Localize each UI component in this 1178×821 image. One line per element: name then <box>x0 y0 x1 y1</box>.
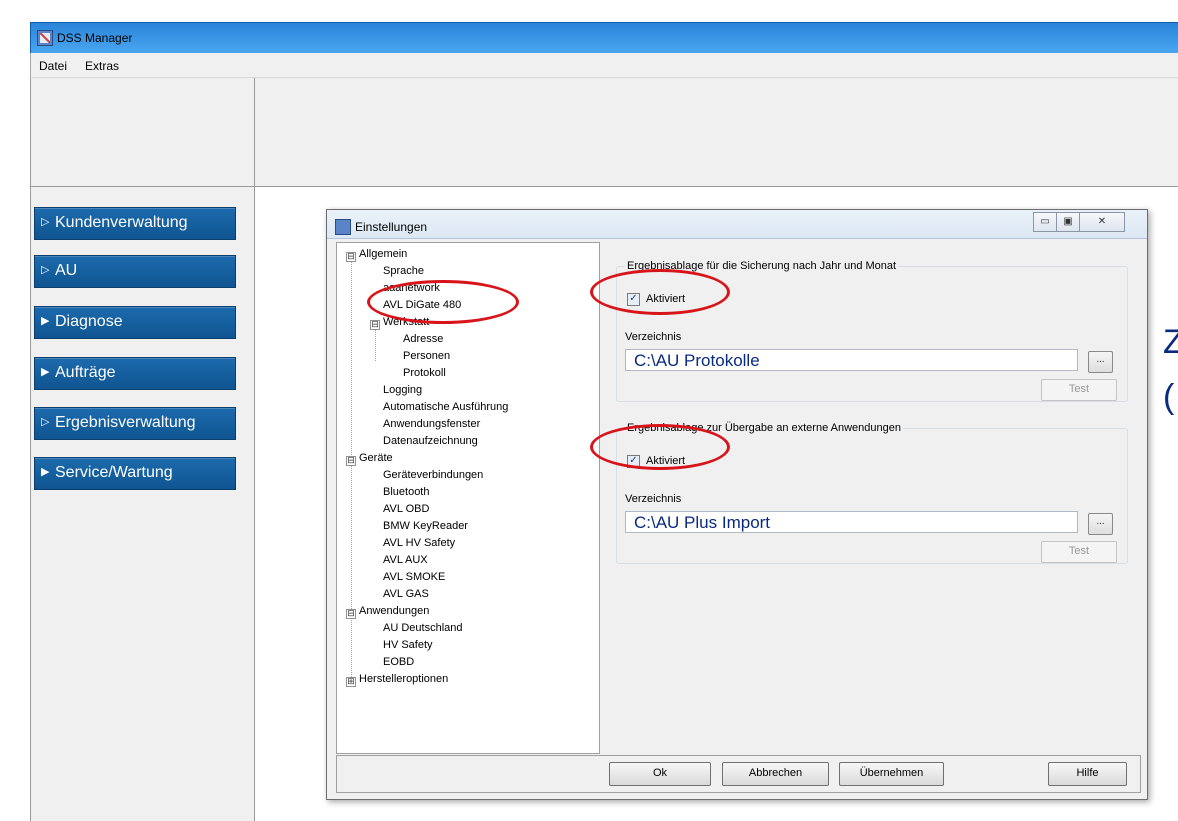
dialog-titlebar: Einstellungen ▭ ▣ ✕ <box>327 210 1147 239</box>
nav-label: Ergebnisverwaltung <box>55 414 196 431</box>
tree-item-geraete[interactable]: Geräte <box>359 452 393 464</box>
tree-item-avl-smoke[interactable]: AVL SMOKE <box>383 571 445 583</box>
tree-item-allgemein[interactable]: Allgemein <box>359 248 407 260</box>
test-button[interactable]: Test <box>1041 541 1117 563</box>
dialog-title: Einstellungen <box>355 220 428 234</box>
settings-tree: ⊟ Allgemein Sprache aaanetwork AVL DiGat… <box>336 242 600 754</box>
checkbox-label: Aktiviert <box>646 455 686 467</box>
nav-label: Aufträge <box>55 364 116 381</box>
test-button[interactable]: Test <box>1041 379 1117 401</box>
verzeichnis-label: Verzeichnis <box>625 493 682 505</box>
nav-arrow-icon: ▶ <box>41 466 50 478</box>
tree-item-hv-safety[interactable]: HV Safety <box>383 639 433 651</box>
browse-button[interactable]: ... <box>1088 513 1113 535</box>
background-text-fragment: Z <box>1163 323 1178 361</box>
checkbox-label: Aktiviert <box>646 293 686 305</box>
ok-button[interactable]: Ok <box>609 762 711 786</box>
tree-item-avl-aux[interactable]: AVL AUX <box>383 554 428 566</box>
directory-input[interactable]: C:\AU Plus Import <box>625 511 1078 533</box>
main-window-title: DSS Manager <box>57 31 133 45</box>
group-title: Ergebnisablage zur Übergabe an externe A… <box>625 422 903 434</box>
top-left-pane <box>31 78 255 187</box>
expander-collapse-icon[interactable]: ⊟ <box>346 609 356 619</box>
nav-label: Kundenverwaltung <box>55 214 188 231</box>
tree-item-avl-gas[interactable]: AVL GAS <box>383 588 429 600</box>
aktiviert-checkbox[interactable]: ✓ <box>627 455 640 468</box>
tree-item-bluetooth[interactable]: Bluetooth <box>383 486 429 498</box>
tree-item-logging[interactable]: Logging <box>383 384 422 396</box>
maximize-icon[interactable]: ▣ <box>1056 212 1080 232</box>
tree-item-herstelleroptionen[interactable]: Herstelleroptionen <box>359 673 448 685</box>
nav-arrow-icon: ▶ <box>41 315 50 327</box>
tree-item-automatische-ausfuehrung[interactable]: Automatische Ausführung <box>383 401 508 413</box>
dialog-logo-icon <box>335 219 351 235</box>
top-right-pane <box>255 78 1178 187</box>
tree-item-adresse[interactable]: Adresse <box>403 333 443 345</box>
main-titlebar: DSS Manager <box>30 22 1178 53</box>
expander-expand-icon[interactable]: ⊞ <box>346 677 356 687</box>
nav-arrow-icon: ▷ <box>41 216 50 228</box>
tree-item-avl-hv-safety[interactable]: AVL HV Safety <box>383 537 455 549</box>
close-icon[interactable]: ✕ <box>1079 212 1125 232</box>
app-logo-icon <box>37 30 53 46</box>
nav-service-wartung-button[interactable]: ▶ Service/Wartung <box>34 457 236 490</box>
expander-collapse-icon[interactable]: ⊟ <box>370 320 380 330</box>
group-title: Ergebnisablage für die Sicherung nach Ja… <box>625 260 899 272</box>
background-text-fragment: ( <box>1163 378 1175 416</box>
tree-item-geraeteverbindungen[interactable]: Geräteverbindungen <box>383 469 483 481</box>
tree-item-anwendungsfenster[interactable]: Anwendungsfenster <box>383 418 480 430</box>
browse-button[interactable]: ... <box>1088 351 1113 373</box>
tree-item-avl-digate-480[interactable]: AVL DiGate 480 <box>383 299 461 311</box>
tree-item-protokoll[interactable]: Protokoll <box>403 367 446 379</box>
nav-auftraege-button[interactable]: ▶ Aufträge <box>34 357 236 390</box>
nav-kundenverwaltung-button[interactable]: ▷ Kundenverwaltung <box>34 207 236 240</box>
menubar: Datei Extras <box>30 53 1178 78</box>
group-sicherung: Ergebnisablage für die Sicherung nach Ja… <box>616 260 1128 402</box>
nav-au-button[interactable]: ▷ AU <box>34 255 236 288</box>
tree-item-anwendungen[interactable]: Anwendungen <box>359 605 429 617</box>
settings-dialog: Einstellungen ▭ ▣ ✕ ⊟ Allgemein Sprache … <box>326 209 1148 800</box>
menu-datei[interactable]: Datei <box>39 59 67 73</box>
help-button[interactable]: Hilfe <box>1048 762 1127 786</box>
tree-item-avl-obd[interactable]: AVL OBD <box>383 503 429 515</box>
tree-item-eobd[interactable]: EOBD <box>383 656 414 668</box>
nav-ergebnisverwaltung-button[interactable]: ▷ Ergebnisverwaltung <box>34 407 236 440</box>
nav-arrow-icon: ▶ <box>41 366 50 378</box>
nav-label: Service/Wartung <box>55 464 173 481</box>
tree-item-aaanetwork[interactable]: aaanetwork <box>383 282 440 294</box>
settings-content: Ergebnisablage für die Sicherung nach Ja… <box>600 242 1137 752</box>
menu-extras[interactable]: Extras <box>85 59 119 73</box>
group-uebergabe: Ergebnisablage zur Übergabe an externe A… <box>616 422 1128 564</box>
tree-item-datenaufzeichnung[interactable]: Datenaufzeichnung <box>383 435 478 447</box>
tree-item-sprache[interactable]: Sprache <box>383 265 424 277</box>
aktiviert-checkbox[interactable]: ✓ <box>627 293 640 306</box>
verzeichnis-label: Verzeichnis <box>625 331 682 343</box>
expander-collapse-icon[interactable]: ⊟ <box>346 456 356 466</box>
directory-input[interactable]: C:\AU Protokolle <box>625 349 1078 371</box>
dialog-footer: Ok Abbrechen Übernehmen Hilfe <box>336 755 1141 793</box>
tree-item-personen[interactable]: Personen <box>403 350 450 362</box>
nav-arrow-icon: ▷ <box>41 264 50 276</box>
nav-label: Diagnose <box>55 313 123 330</box>
nav-label: AU <box>55 262 78 279</box>
apply-button[interactable]: Übernehmen <box>839 762 944 786</box>
nav-diagnose-button[interactable]: ▶ Diagnose <box>34 306 236 339</box>
tree-item-bmw-keyreader[interactable]: BMW KeyReader <box>383 520 468 532</box>
tree-item-werkstatt[interactable]: Werkstatt <box>383 316 429 328</box>
cancel-button[interactable]: Abbrechen <box>722 762 829 786</box>
tree-line <box>351 257 352 683</box>
tree-item-au-deutschland[interactable]: AU Deutschland <box>383 622 463 634</box>
nav-arrow-icon: ▷ <box>41 416 50 428</box>
expander-collapse-icon[interactable]: ⊟ <box>346 252 356 262</box>
minimize-icon[interactable]: ▭ <box>1033 212 1057 232</box>
